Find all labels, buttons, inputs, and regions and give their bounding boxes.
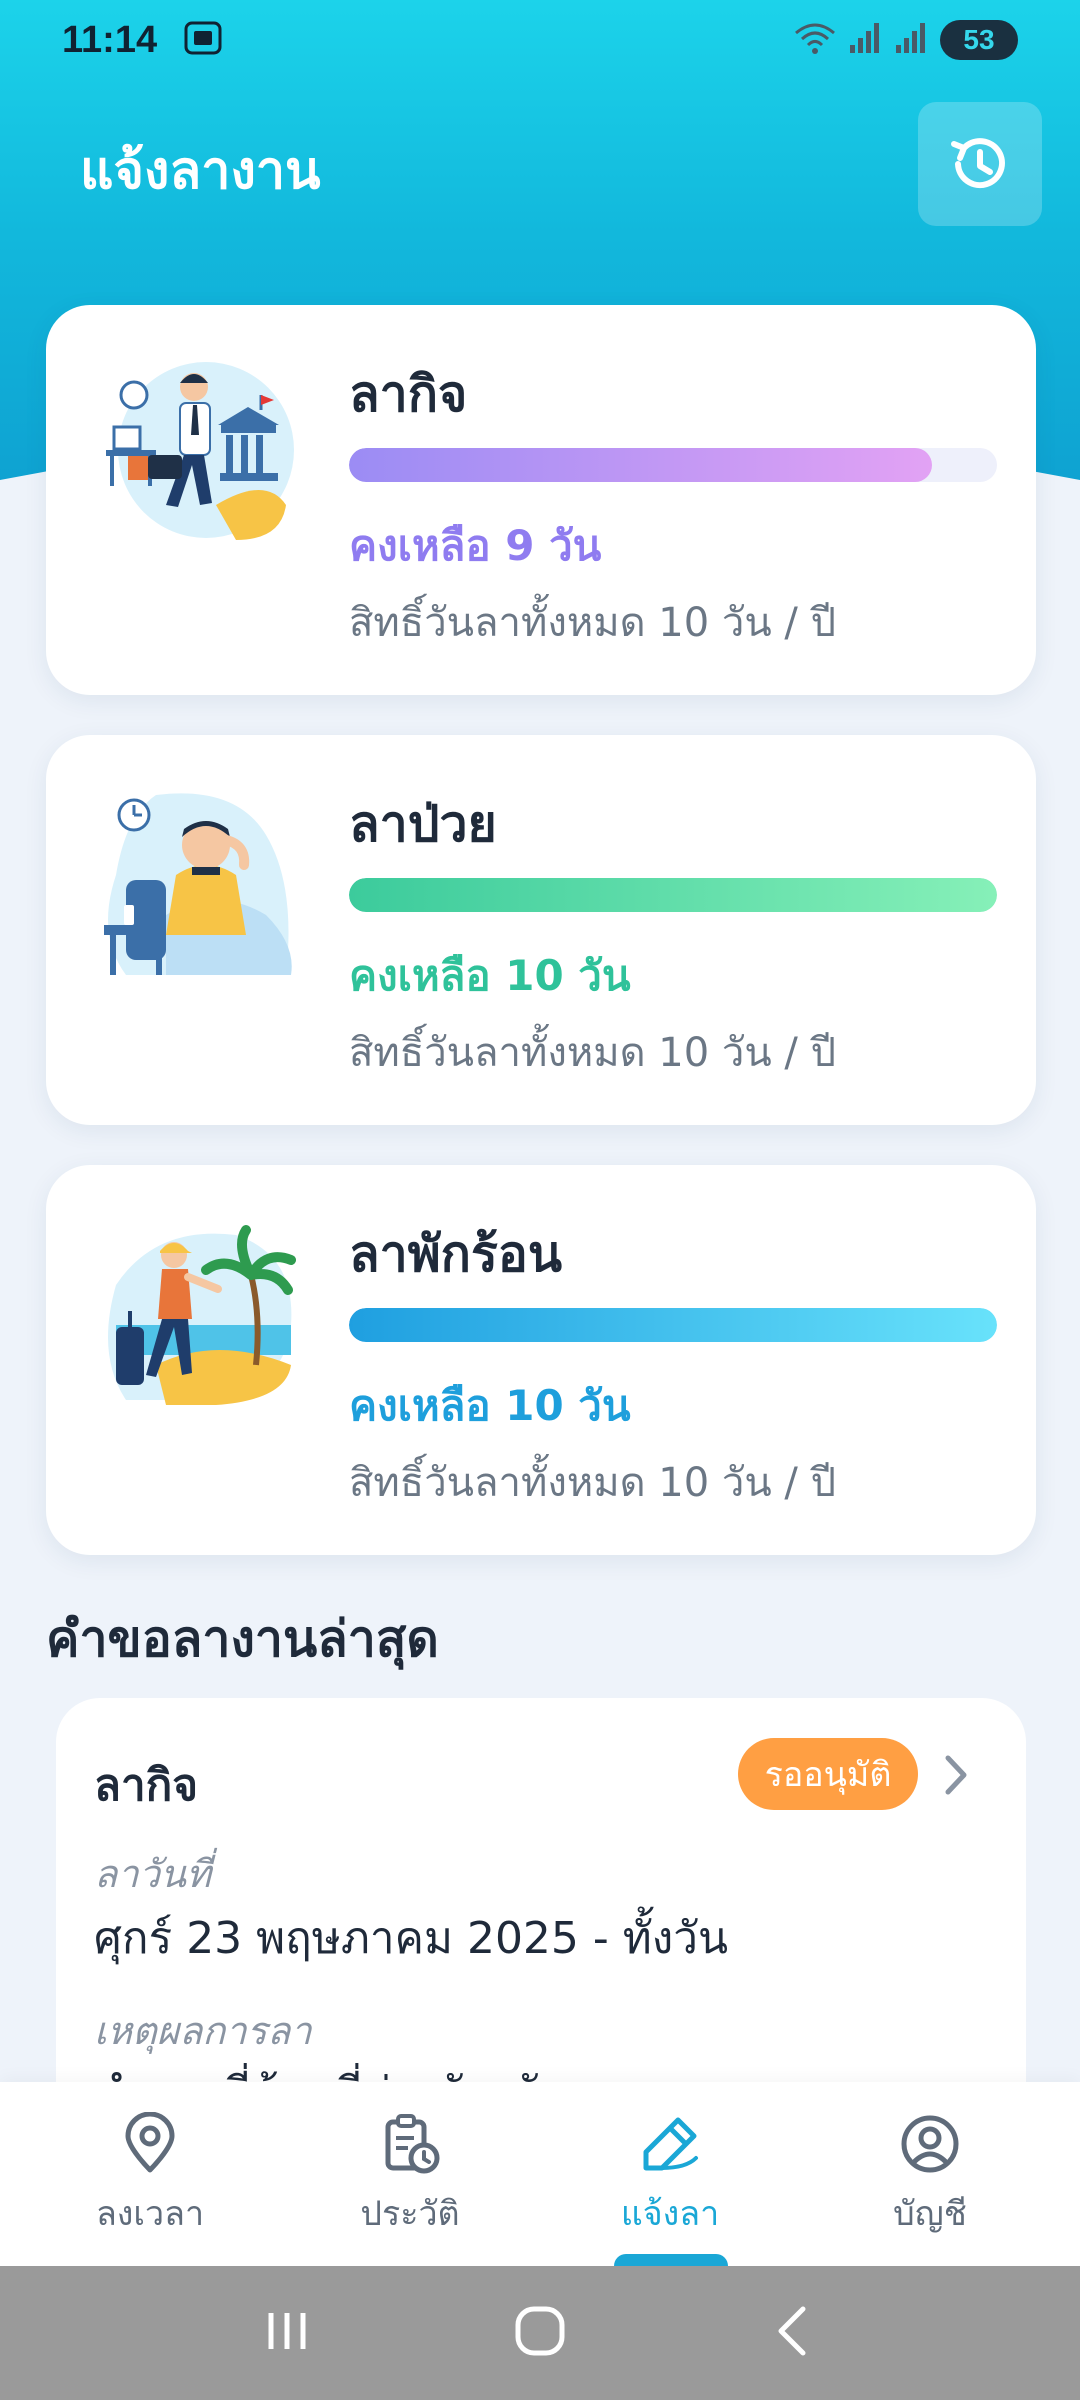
leave-progress-bar <box>349 1308 997 1342</box>
leave-remaining: คงเหลือ 10 วัน <box>349 1381 631 1430</box>
leave-progress-fill <box>349 878 997 912</box>
leave-type-title: ลาป่วย <box>349 795 497 853</box>
leave-progress-bar <box>349 878 997 912</box>
signal-icon <box>894 21 928 59</box>
leave-card-vacation[interactable]: ลาพักร้อน คงเหลือ 10 วัน สิทธิ์วันลาทั้ง… <box>46 1165 1036 1555</box>
nav-item-account[interactable]: บัญชี <box>830 2112 1030 2242</box>
leave-remaining: คงเหลือ 10 วัน <box>349 951 631 1000</box>
chevron-right-icon[interactable] <box>936 1750 976 1800</box>
nav-label: ลงเวลา <box>95 2194 205 2234</box>
leave-progress-fill <box>349 448 933 482</box>
nav-item-leave-request[interactable]: แจ้งลา <box>570 2112 770 2242</box>
leave-total: สิทธิ์วันลาทั้งหมด 10 วัน / ปี <box>349 1030 837 1076</box>
nav-label: แจ้งลา <box>620 2194 720 2234</box>
history-icon <box>951 138 1005 189</box>
status-badge: รออนุมัติ <box>738 1738 918 1810</box>
system-navigation-bar <box>0 2266 1080 2400</box>
leave-remaining: คงเหลือ 9 วัน <box>349 521 602 570</box>
clipboard-clock-icon <box>385 2114 440 2174</box>
request-date-value: ศุกร์ 23 พฤษภาคม 2025 - ทั้งวัน <box>94 1913 729 1964</box>
status-time: 11:14 <box>62 18 158 61</box>
user-circle-icon <box>901 2115 959 2173</box>
status-bar: 11:14 53 <box>0 0 1080 80</box>
home-icon[interactable] <box>510 2301 570 2365</box>
page-title: แจ้งลางาน <box>80 141 321 201</box>
bottom-nav: ลงเวลา ประวัติ แจ้งลา บัญชี <box>0 2082 1080 2274</box>
back-icon[interactable] <box>763 2301 823 2365</box>
leave-total: สิทธิ์วันลาทั้งหมด 10 วัน / ปี <box>349 1460 837 1506</box>
section-title-latest-requests: คำขอลางานล่าสุด <box>46 1610 439 1668</box>
leave-progress-bar <box>349 448 997 482</box>
sick-leave-illustration <box>96 785 296 985</box>
leave-total: สิทธิ์วันลาทั้งหมด 10 วัน / ปี <box>349 600 837 646</box>
pencil-icon <box>643 2117 698 2171</box>
business-leave-illustration <box>96 355 296 555</box>
request-date-label: ลาวันที่ <box>94 1852 211 1896</box>
wifi-icon <box>794 21 836 59</box>
nav-label: ประวัติ <box>360 2194 460 2234</box>
leave-request-card[interactable]: ลากิจ รออนุมัติ ลาวันที่ ศุกร์ 23 พฤษภาค… <box>56 1698 1026 2118</box>
recent-apps-icon[interactable] <box>257 2301 317 2365</box>
vacation-leave-illustration <box>96 1215 296 1415</box>
leave-card-sick[interactable]: ลาป่วย คงเหลือ 10 วัน สิทธิ์วันลาทั้งหมด… <box>46 735 1036 1125</box>
nav-item-history[interactable]: ประวัติ <box>310 2112 510 2242</box>
leave-progress-fill <box>349 1308 997 1342</box>
location-pin-icon <box>125 2112 175 2173</box>
battery-icon: 53 <box>940 20 1018 60</box>
screenshot-icon <box>183 20 223 60</box>
request-leave-type: ลากิจ <box>94 1760 199 1811</box>
leave-card-business[interactable]: ลากิจ คงเหลือ 9 วัน สิทธิ์วันลาทั้งหมด 1… <box>46 305 1036 695</box>
leave-type-title: ลากิจ <box>349 365 468 423</box>
nav-item-check-in[interactable]: ลงเวลา <box>50 2112 250 2242</box>
signal-icon <box>848 21 882 59</box>
nav-label: บัญชี <box>893 2194 967 2234</box>
request-reason-label: เหตุผลการลา <box>94 2009 312 2053</box>
history-button[interactable] <box>918 102 1042 226</box>
leave-type-title: ลาพักร้อน <box>349 1225 563 1283</box>
